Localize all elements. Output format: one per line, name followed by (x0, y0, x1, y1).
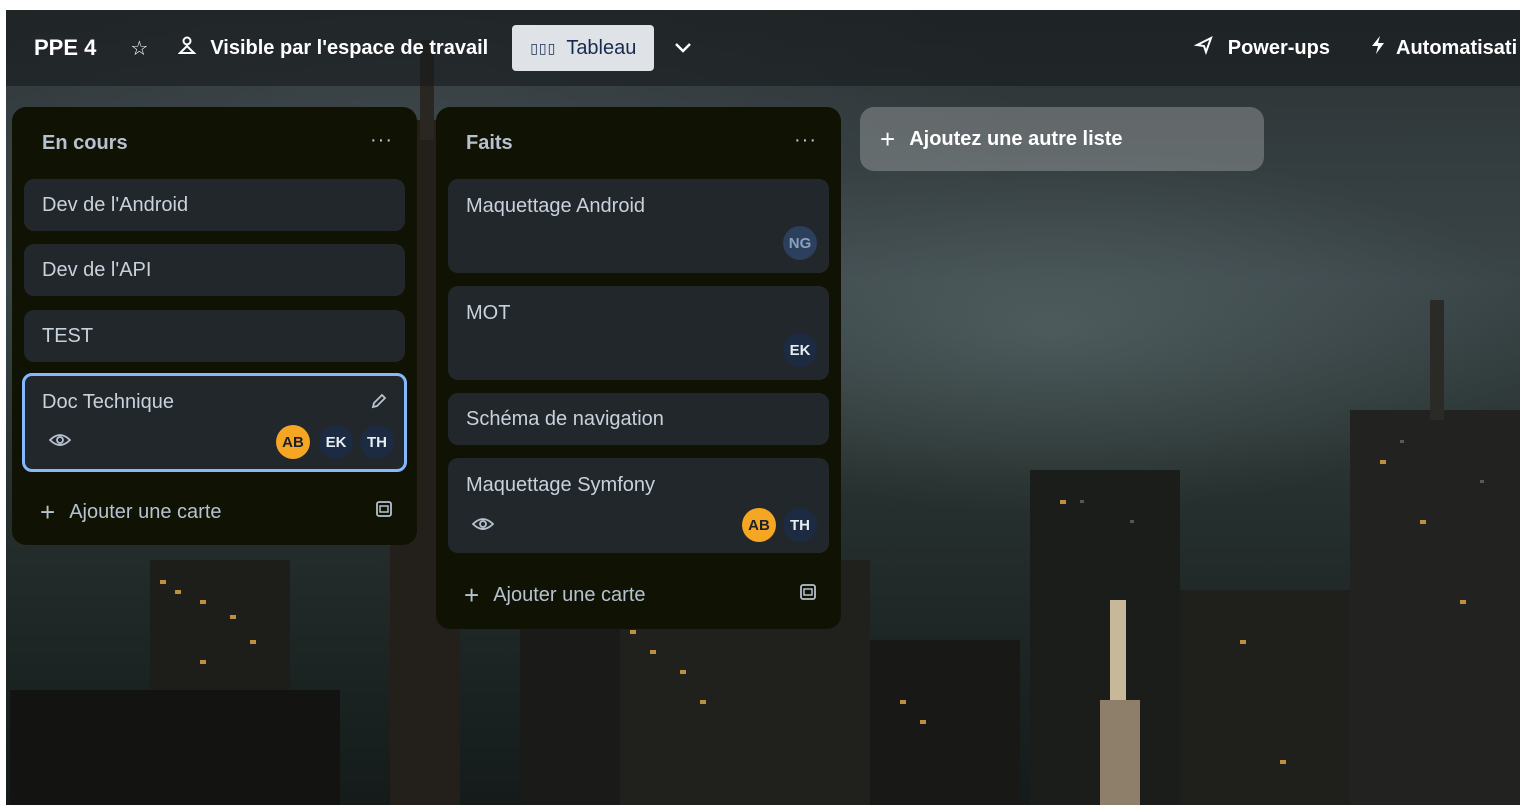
avatar[interactable]: TH (783, 508, 817, 542)
eye-icon (48, 432, 72, 453)
plus-icon: + (40, 497, 56, 527)
card-title: Schéma de navigation (466, 408, 664, 430)
card-title: Dev de l'API (42, 259, 152, 281)
avatar[interactable]: NG (783, 226, 817, 260)
list-title[interactable]: En cours (42, 132, 128, 155)
add-card-button[interactable]: + Ajouter une carte (40, 497, 222, 528)
plus-icon: + (880, 123, 896, 154)
card-dev-android[interactable]: Dev de l'Android (24, 179, 405, 231)
card-title: Doc Technique (42, 391, 174, 413)
powerups-label: Power-ups (1227, 36, 1330, 59)
more-icon[interactable]: ··· (370, 129, 393, 152)
star-icon[interactable]: ☆ (130, 36, 148, 61)
card-title: TEST (42, 325, 94, 347)
add-list-button[interactable]: + Ajoutez une autre liste (860, 107, 1264, 171)
pencil-icon[interactable] (370, 392, 388, 415)
card-template-icon[interactable] (799, 582, 817, 607)
eye-icon (471, 516, 495, 537)
visibility-label: Visible par l'espace de travail (210, 36, 489, 59)
card-doc-technique[interactable]: Doc Technique AB EK TH (22, 373, 407, 472)
board-title[interactable]: PPE 4 (34, 35, 96, 61)
more-icon[interactable]: ··· (794, 129, 817, 152)
avatar[interactable]: TH (360, 425, 394, 459)
avatar[interactable]: EK (319, 425, 353, 459)
card-schema-navigation[interactable]: Schéma de navigation (448, 393, 829, 445)
list-header: Faits ··· (436, 107, 841, 179)
avatar[interactable]: AB (276, 425, 310, 459)
avatar[interactable]: AB (742, 508, 776, 542)
view-label: Tableau (566, 36, 637, 59)
avatar[interactable]: EK (783, 333, 817, 367)
card-template-icon[interactable] (375, 499, 393, 524)
card-dev-api[interactable]: Dev de l'API (24, 244, 405, 296)
plus-icon: + (464, 580, 480, 610)
card-maquettage-android[interactable]: Maquettage Android NG (448, 179, 829, 273)
view-switcher-board[interactable]: ▯▯▯ Tableau (512, 25, 655, 71)
visibility-button[interactable]: Visible par l'espace de travail (177, 35, 489, 61)
add-card-label: Ajouter une carte (493, 584, 646, 606)
card-test[interactable]: TEST (24, 310, 405, 362)
list-en-cours: En cours ··· Dev de l'Android Dev de l'A… (12, 107, 417, 545)
board-header: PPE 4 ☆ Visible par l'espace de travail … (6, 10, 1520, 86)
chevron-down-icon[interactable] (674, 42, 692, 54)
automation-button[interactable]: Automatisati (1370, 35, 1520, 61)
card-title: Maquettage Android (466, 195, 646, 217)
add-card-button[interactable]: + Ajouter une carte (464, 580, 646, 611)
card-title: MOT (466, 302, 511, 324)
list-title[interactable]: Faits (466, 132, 513, 155)
lightning-icon (1370, 35, 1386, 61)
add-card-label: Ajouter une carte (69, 501, 222, 523)
add-list-label: Ajoutez une autre liste (909, 127, 1123, 150)
powerups-button[interactable]: Power-ups (1193, 35, 1330, 61)
header-actions: Power-ups Automatisati (1193, 35, 1520, 61)
people-icon (177, 35, 198, 61)
board-icon: ▯▯▯ (530, 39, 557, 56)
card-title: Maquettage Symfony (466, 474, 655, 496)
list-faits: Faits ··· Maquettage Android NG MOT EK S… (436, 107, 841, 629)
card-title: Dev de l'Android (42, 194, 189, 216)
card-maquettage-symfony[interactable]: Maquettage Symfony AB TH (448, 458, 829, 553)
automation-label: Automatisati (1396, 36, 1518, 59)
card-mot[interactable]: MOT EK (448, 286, 829, 380)
list-header: En cours ··· (12, 107, 417, 179)
rocket-icon (1193, 35, 1214, 61)
